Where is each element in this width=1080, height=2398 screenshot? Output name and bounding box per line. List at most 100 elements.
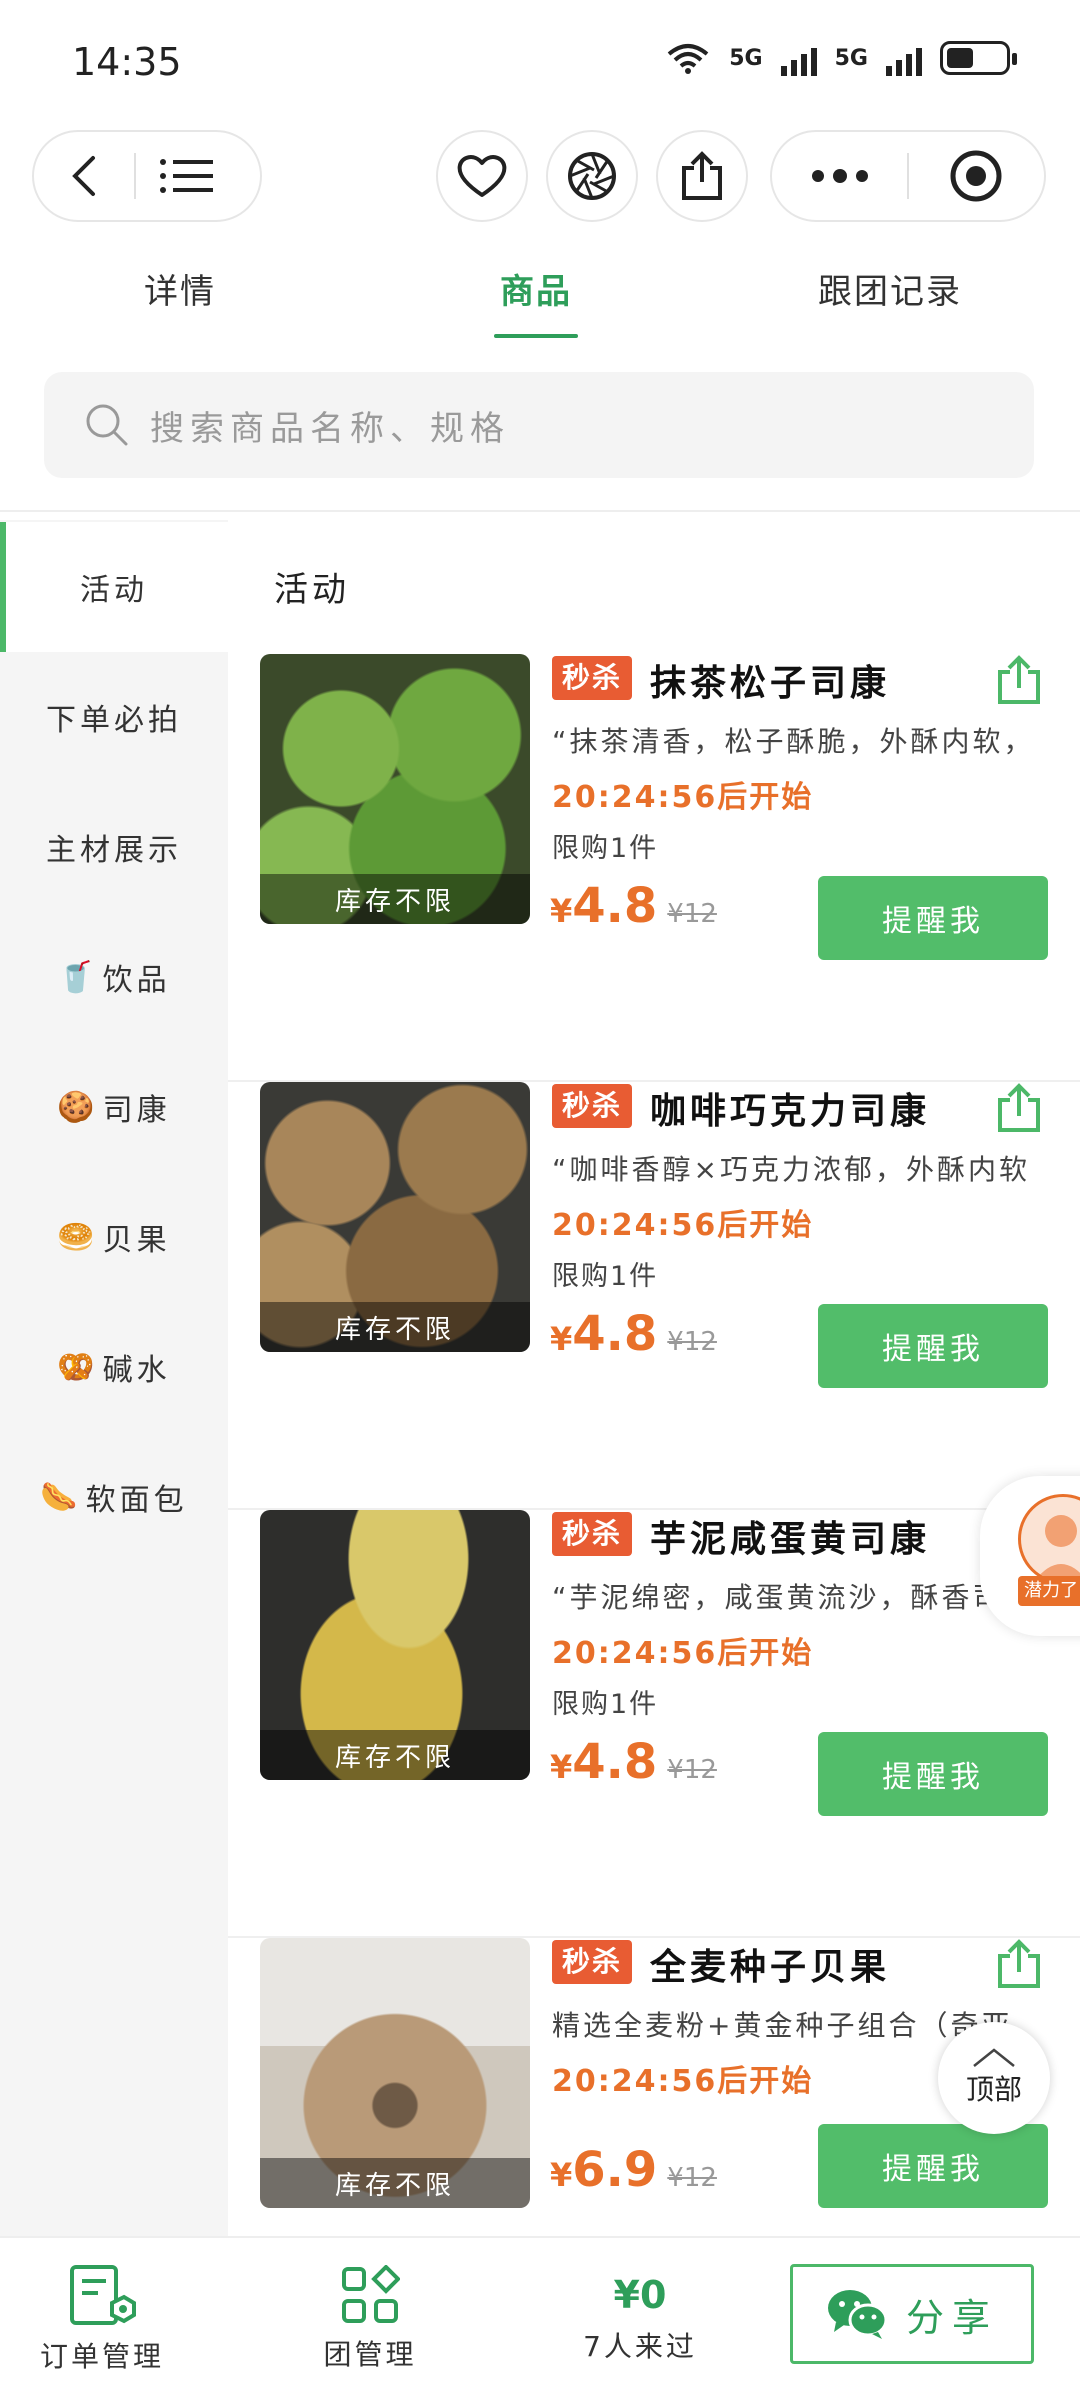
sidebar-item-drinks[interactable]: 🥤 饮品 <box>0 912 228 1042</box>
product-name: 全麦种子贝果 <box>650 1947 891 1988</box>
order-list-icon <box>70 2265 136 2325</box>
sidebar-item-activity[interactable]: 活动 <box>0 522 228 652</box>
product-description: “抹茶清香，松子酥脆，外酥内软， <box>552 725 1035 758</box>
back-to-top-label: 顶部 <box>965 2073 1022 2106</box>
remind-me-button[interactable]: 提醒我 <box>818 876 1048 960</box>
product-card[interactable]: 库存不限 秒杀 抹茶松子司康 “抹茶清香，松子酥脆，外酥内软， 20:24:56… <box>228 654 1080 1082</box>
search-placeholder: 搜索商品名称、规格 <box>150 408 510 449</box>
header-separator <box>0 510 1080 512</box>
stock-label: 库存不限 <box>260 874 530 924</box>
product-name: 抹茶松子司康 <box>650 663 891 704</box>
sidebar-item-label: 活动 <box>80 573 148 608</box>
sidebar-item-must-buy[interactable]: 下单必拍 <box>0 652 228 782</box>
section-title: 活动 <box>274 570 350 610</box>
list-icon <box>160 159 213 193</box>
sidebar-item-label: 碱水 <box>102 1353 171 1388</box>
visitors-count: 7人来过 <box>583 2330 697 2363</box>
order-management-button[interactable]: 订单管理 <box>22 2238 182 2398</box>
currency-symbol: ¥ <box>550 892 573 930</box>
avatar <box>1018 1494 1080 1584</box>
back-button[interactable] <box>34 132 134 220</box>
menu-list-button[interactable] <box>136 132 236 220</box>
sidebar-item-label: 软面包 <box>85 1483 188 1518</box>
purchase-limit: 限购1件 <box>552 1261 659 1292</box>
signal-icon-1 <box>780 40 817 76</box>
grid-apps-icon <box>342 2265 400 2323</box>
network-5g-label-1: 5G <box>729 45 763 71</box>
sidebar-item-pretzels[interactable]: 🥨 碱水 <box>0 1302 228 1432</box>
stock-label: 库存不限 <box>260 1302 530 1352</box>
sidebar-item-label: 饮品 <box>102 963 171 998</box>
aperture-icon <box>568 152 616 200</box>
share-icon[interactable] <box>996 1082 1042 1134</box>
product-card[interactable]: 库存不限 秒杀 芋泥咸蛋黄司康 “芋泥绵密，咸蛋黄流沙，酥香司康 20:24:5… <box>228 1510 1080 1938</box>
product-image[interactable]: 库存不限 <box>260 1082 530 1352</box>
countdown-text: 20:24:56后开始 <box>552 780 814 815</box>
sidebar-item-scones[interactable]: 🍪 司康 <box>0 1042 228 1172</box>
original-price: ¥12 <box>667 1755 717 1785</box>
product-name: 咖啡巧克力司康 <box>650 1091 931 1132</box>
price: ¥ 4.8 ¥12 <box>550 878 717 934</box>
more-dots-icon <box>811 169 868 183</box>
close-miniprogram-button[interactable] <box>909 132 1044 220</box>
currency-symbol: ¥ <box>550 1320 573 1358</box>
product-card[interactable]: 库存不限 秒杀 咖啡巧克力司康 “咖啡香醇×巧克力浓郁，外酥内软 20:24:5… <box>228 1082 1080 1510</box>
bagel-icon: 🥯 <box>57 1219 99 1255</box>
share-icon[interactable] <box>996 654 1042 706</box>
purchase-limit: 限购1件 <box>552 1689 659 1720</box>
remind-me-button[interactable]: 提醒我 <box>818 1732 1048 1816</box>
original-price: ¥12 <box>667 2163 717 2193</box>
wifi-icon <box>667 44 709 74</box>
signal-icon-2 <box>886 40 922 76</box>
status-time: 14:35 <box>72 40 182 84</box>
flash-sale-badge: 秒杀 <box>552 1084 633 1128</box>
favorite-button[interactable] <box>436 130 528 222</box>
back-to-top-button[interactable]: 顶部 <box>938 2022 1050 2134</box>
nav-capsule-left <box>32 130 262 222</box>
remind-me-button[interactable]: 提醒我 <box>818 1304 1048 1388</box>
chevron-left-icon <box>72 156 95 196</box>
tab-products[interactable]: 商品 <box>500 264 572 313</box>
sidebar-item-bagels[interactable]: 🥯 贝果 <box>0 1172 228 1302</box>
network-5g-label-2: 5G <box>834 45 868 71</box>
price: ¥ 4.8 ¥12 <box>550 1306 717 1362</box>
sale-price: 6.9 <box>572 2142 658 2198</box>
countdown-text: 20:24:56后开始 <box>552 1208 814 1243</box>
group-management-button[interactable]: 团管理 <box>300 2238 440 2398</box>
original-price: ¥12 <box>667 899 717 929</box>
sidebar-item-soft-bread[interactable]: 🌭 软面包 <box>0 1432 228 1562</box>
search-input[interactable]: 搜索商品名称、规格 <box>44 372 1034 478</box>
active-tab-indicator <box>494 334 578 338</box>
product-image[interactable]: 库存不限 <box>260 654 530 924</box>
product-image[interactable]: 库存不限 <box>260 1938 530 2208</box>
category-sidebar: 活动 下单必拍 主材展示 🥤 饮品 🍪 司康 🥯 贝果 🥨 碱水 🌭 软面包 <box>0 520 228 2236</box>
hotdog-icon: 🌭 <box>40 1479 82 1515</box>
sidebar-item-materials[interactable]: 主材展示 <box>0 782 228 912</box>
remind-me-button[interactable]: 提醒我 <box>818 2124 1048 2208</box>
price: ¥ 6.9 ¥12 <box>550 2142 717 2198</box>
more-button[interactable] <box>772 132 907 220</box>
revenue-amount: ¥0 <box>613 2273 667 2317</box>
currency-symbol: ¥ <box>550 1748 573 1786</box>
sale-price: 4.8 <box>572 1306 658 1362</box>
status-bar: 14:35 5G 5G <box>0 0 1080 120</box>
tab-bar: 详情 商品 跟团记录 <box>0 250 1080 340</box>
cookie-icon: 🍪 <box>57 1089 99 1125</box>
flash-sale-badge: 秒杀 <box>552 1940 633 1984</box>
camera-shutter-button[interactable] <box>546 130 638 222</box>
floating-helper[interactable]: 潜力了 <box>980 1476 1080 1636</box>
share-icon[interactable] <box>996 1938 1042 1990</box>
tab-details[interactable]: 详情 <box>144 264 216 313</box>
flash-sale-badge: 秒杀 <box>552 656 633 700</box>
tab-group-records[interactable]: 跟团记录 <box>818 264 962 313</box>
visitors-summary[interactable]: ¥0 7人来过 <box>560 2238 720 2398</box>
product-image[interactable]: 库存不限 <box>260 1510 530 1780</box>
product-description: “咖啡香醇×巧克力浓郁，外酥内软 <box>552 1153 1030 1186</box>
share-top-button[interactable] <box>656 130 748 222</box>
order-management-label: 订单管理 <box>39 2340 164 2373</box>
share-button[interactable]: 分享 <box>790 2264 1034 2364</box>
original-price: ¥12 <box>667 1327 717 1357</box>
pretzel-icon: 🥨 <box>57 1349 99 1385</box>
heart-icon <box>457 155 507 197</box>
stock-label: 库存不限 <box>260 2158 530 2208</box>
